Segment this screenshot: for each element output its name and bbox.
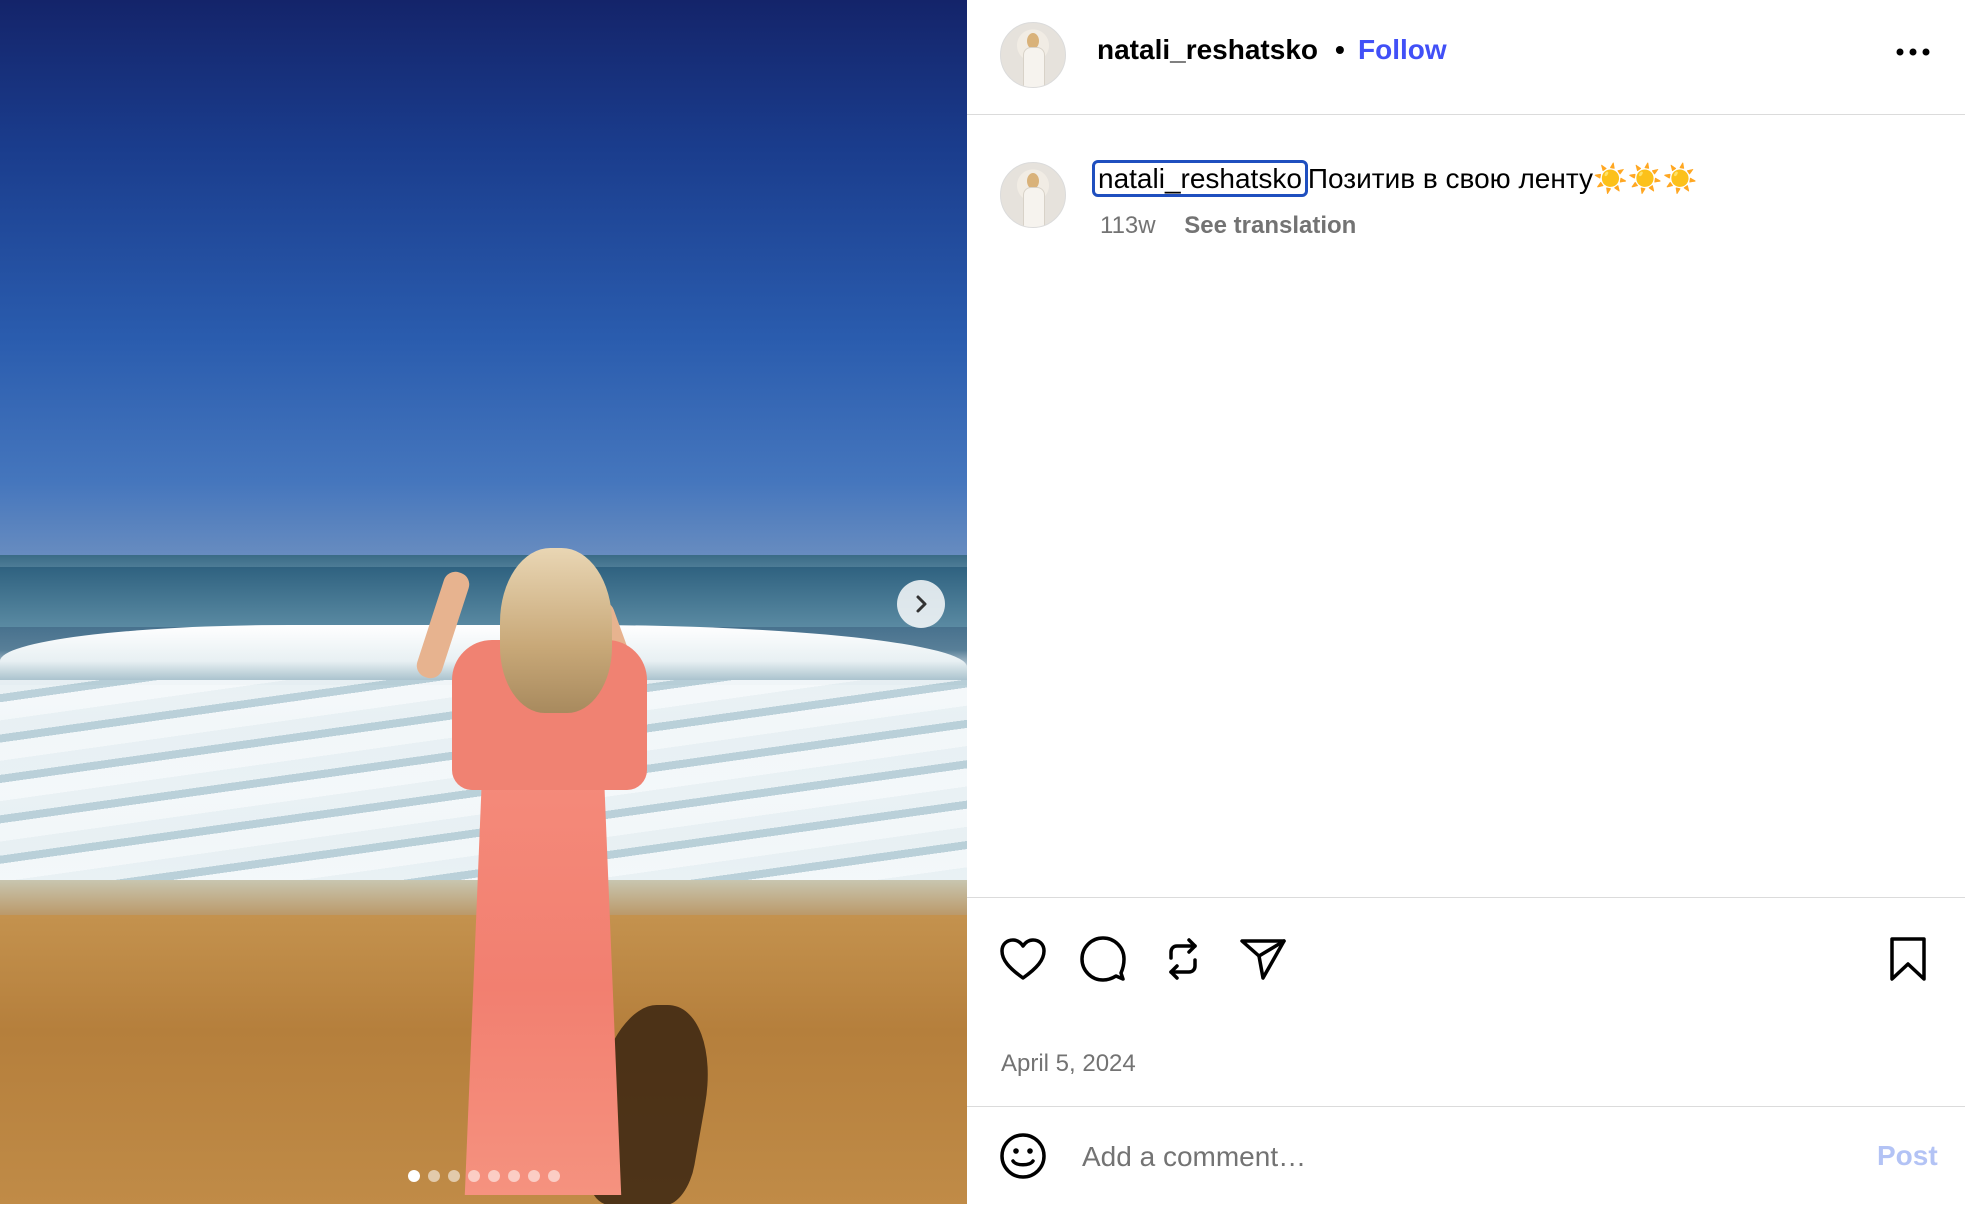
emoji-icon	[1000, 1133, 1046, 1179]
caption-text: Позитив в свою ленту☀️☀️☀️	[1307, 163, 1698, 194]
share-button[interactable]	[1237, 933, 1289, 985]
slide-dot-active	[407, 1170, 420, 1182]
caption-username-link[interactable]: natali_reshatsko	[1092, 160, 1308, 197]
avatar-body	[1023, 187, 1045, 227]
chevron-right-icon	[916, 595, 927, 613]
figure-hair	[500, 548, 612, 713]
slide-indicator	[0, 1170, 967, 1182]
avatar[interactable]	[1000, 22, 1066, 88]
post-media[interactable]	[0, 0, 967, 1204]
more-options-button[interactable]	[1893, 38, 1933, 66]
figure-dress-skirt	[464, 780, 622, 1195]
save-button[interactable]	[1882, 933, 1934, 985]
caption-avatar[interactable]	[1000, 162, 1066, 228]
bookmark-icon	[1890, 937, 1926, 981]
see-translation-button[interactable]: See translation	[1184, 212, 1356, 239]
follow-button[interactable]: Follow	[1358, 34, 1447, 66]
slide-dot	[447, 1170, 460, 1182]
comment-bar: Post	[967, 1106, 1965, 1205]
media-horizon	[0, 555, 967, 567]
slide-dot	[487, 1170, 500, 1182]
post-date[interactable]: April 5, 2024	[1001, 1050, 1136, 1078]
post-header: natali_reshatsko • Follow	[967, 0, 1965, 115]
actions-section: April 5, 2024	[967, 897, 1965, 1108]
share-icon	[1240, 939, 1286, 980]
avatar-body	[1023, 47, 1045, 87]
media-sea	[0, 567, 967, 627]
more-horizontal-icon	[1896, 48, 1930, 56]
post-age[interactable]: 113w	[1100, 212, 1156, 239]
header-separator: •	[1335, 34, 1345, 65]
like-button[interactable]	[997, 933, 1049, 985]
heart-icon	[1000, 938, 1046, 980]
caption: natali_reshatsko Позитив в свою ленту☀️☀️…	[1092, 160, 1698, 197]
comment-input[interactable]	[1080, 1134, 1844, 1180]
repost-icon	[1169, 938, 1197, 980]
post-side-panel: natali_reshatsko • Follow natali_reshats…	[967, 0, 1965, 1204]
repost-button[interactable]	[1157, 933, 1209, 985]
slide-dot	[467, 1170, 480, 1182]
comment-button[interactable]	[1077, 933, 1129, 985]
next-slide-button[interactable]	[897, 580, 945, 628]
post-comment-button[interactable]: Post	[1877, 1140, 1938, 1172]
header-username-link[interactable]: natali_reshatsko	[1097, 34, 1318, 66]
slide-dot	[547, 1170, 560, 1182]
comment-icon	[1080, 936, 1126, 982]
slide-dot	[427, 1170, 440, 1182]
slide-dot	[527, 1170, 540, 1182]
slide-dot	[507, 1170, 520, 1182]
emoji-picker-button[interactable]	[997, 1130, 1049, 1182]
caption-meta: 113w See translation	[1100, 212, 1356, 240]
